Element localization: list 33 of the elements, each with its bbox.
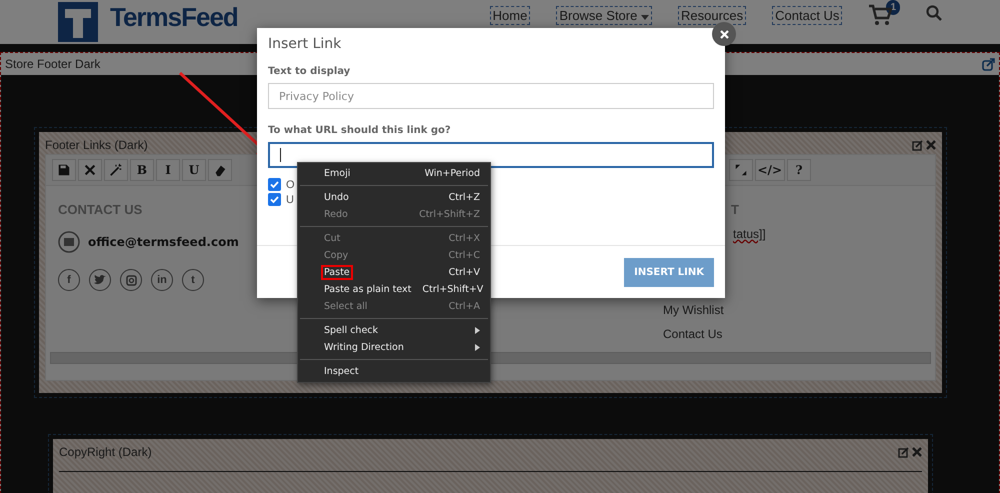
dialog-title: Insert Link bbox=[268, 36, 342, 52]
toolbar-button[interactable]: I bbox=[156, 159, 180, 181]
menu-item[interactable]: Paste as plain text Ctrl+Shift+V bbox=[298, 281, 490, 298]
field-label: Text to display bbox=[268, 66, 352, 77]
menu-item[interactable]: Paste Ctrl+V bbox=[298, 264, 490, 281]
footer-link[interactable]: tatus]] bbox=[733, 227, 766, 241]
panel-title: CopyRight (Dark) bbox=[59, 445, 152, 459]
toolbar-button[interactable]: </> bbox=[754, 159, 785, 181]
email-link[interactable]: office@termsfeed.com bbox=[88, 235, 239, 249]
menu-item[interactable]: Inspect bbox=[298, 363, 490, 380]
footer-link[interactable]: My Wishlist bbox=[663, 303, 724, 317]
field-label: To what URL should this link go? bbox=[268, 125, 452, 136]
social-icon[interactable]: t bbox=[182, 269, 204, 291]
menu-item[interactable]: Undo Ctrl+Z bbox=[298, 189, 490, 206]
toolbar-button[interactable]: B bbox=[130, 159, 154, 181]
nav-link[interactable]: Contact Us bbox=[772, 6, 842, 24]
nav-link[interactable]: Home bbox=[490, 6, 530, 24]
toolbar-button[interactable]: U bbox=[182, 159, 206, 181]
menu-item[interactable]: Emoji Win+Period bbox=[298, 165, 490, 182]
section-title: Store Footer Dark bbox=[5, 57, 100, 71]
menu-item[interactable]: Writing Direction bbox=[298, 339, 490, 356]
panel-title: Footer Links (Dark) bbox=[45, 138, 148, 152]
social-icon[interactable]: f bbox=[58, 269, 80, 291]
logo-text[interactable]: TermsFeed bbox=[110, 2, 238, 33]
checkbox-label: U bbox=[286, 194, 294, 206]
nav-link[interactable]: Browse Store bbox=[556, 6, 652, 24]
toolbar-button[interactable]: ? bbox=[787, 159, 811, 181]
social-icon[interactable]: in bbox=[151, 269, 173, 291]
insert-link-button[interactable]: INSERT LINK bbox=[624, 258, 714, 286]
checkbox-label: O bbox=[286, 178, 295, 190]
text-field[interactable]: Privacy Policy bbox=[268, 83, 714, 109]
menu-item[interactable]: Spell check bbox=[298, 322, 490, 339]
footer-link[interactable]: Contact Us bbox=[663, 327, 722, 341]
